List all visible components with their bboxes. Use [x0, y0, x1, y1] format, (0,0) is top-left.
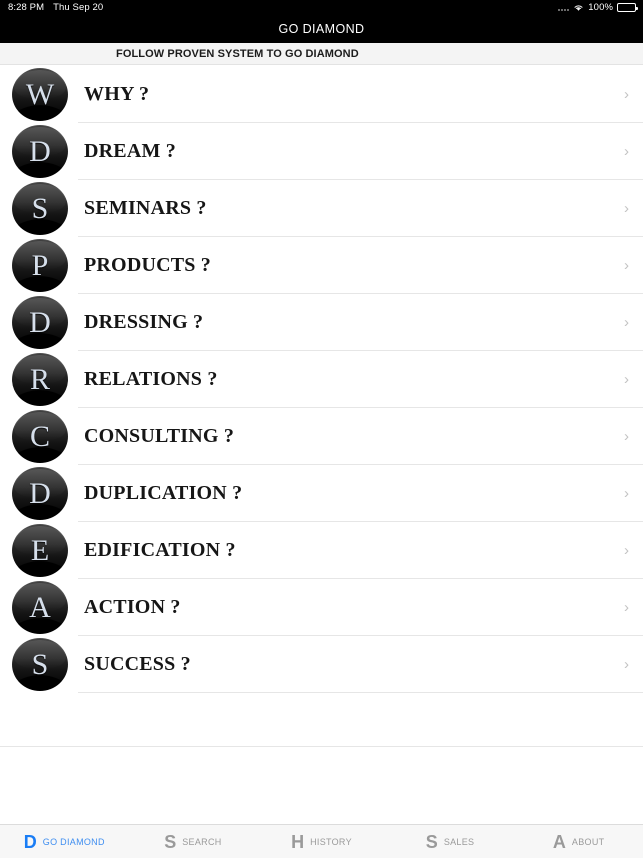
wifi-icon [574, 5, 583, 11]
tab-go-diamond[interactable]: D GO DIAMOND [0, 825, 129, 858]
list-item-label: CONSULTING ? [84, 425, 235, 447]
list-item-label: RELATIONS ? [84, 368, 218, 390]
list-item[interactable]: R RELATIONS ? › [0, 351, 643, 408]
list-item[interactable]: W WHY ? › [0, 66, 643, 123]
tab-history[interactable]: H HISTORY [257, 825, 386, 858]
list-item-badge-letter: A [29, 590, 51, 624]
content-spacer [0, 747, 643, 824]
tab-sales[interactable]: S SALES [386, 825, 515, 858]
list-item-badge-icon: S [12, 182, 68, 235]
tab-search-icon: S [164, 831, 177, 852]
chevron-right-icon[interactable]: › [624, 258, 629, 273]
tab-sales-icon: S [425, 831, 438, 852]
status-bar-left: 8:28 PM Thu Sep 20 [8, 2, 103, 13]
status-bar: 8:28 PM Thu Sep 20 100% [0, 0, 643, 15]
tab-sales-label: SALES [443, 836, 475, 847]
tab-bar: D GO DIAMOND S SEARCH H HISTORY S SALES A ABOUT [0, 824, 643, 858]
tab-go-diamond-icon: D [23, 831, 37, 852]
list-item-label: WHY ? [84, 83, 150, 105]
battery-icon [617, 3, 638, 12]
battery-percent-label: 100% [588, 2, 613, 13]
menu-list: W WHY ? › D DREAM ? › S SEMINARS ? › P PRODUCTS ? ›… [0, 65, 643, 693]
list-item[interactable]: C CONSULTING ? › [0, 408, 643, 465]
chevron-right-icon[interactable]: › [624, 543, 629, 558]
chevron-right-icon[interactable]: › [624, 144, 629, 159]
chevron-right-icon[interactable]: › [624, 201, 629, 216]
list-item[interactable]: S SEMINARS ? › [0, 180, 643, 237]
tab-search-label: SEARCH [182, 836, 222, 847]
signal-dots-icon [558, 4, 570, 11]
page-title: GO DIAMOND [278, 22, 365, 36]
list-item[interactable]: D DREAM ? › [0, 123, 643, 180]
list-item-badge-letter: D [29, 134, 51, 168]
list-item-label: SUCCESS ? [84, 653, 191, 675]
list-item-badge-icon: D [12, 125, 68, 178]
tab-search[interactable]: S SEARCH [129, 825, 258, 858]
chevron-right-icon[interactable]: › [624, 315, 629, 330]
list-item-label: DRESSING ? [84, 311, 204, 333]
status-bar-right: 100% [558, 2, 638, 13]
tab-history-icon: H [291, 831, 305, 852]
list-item-label: ACTION ? [84, 596, 181, 618]
list-item-badge-icon: S [12, 638, 68, 691]
list-item-badge-icon: D [12, 467, 68, 520]
tab-history-label: HISTORY [310, 836, 352, 847]
list-item-badge-icon: P [12, 239, 68, 292]
list-item-badge-letter: E [30, 533, 50, 567]
navigation-bar: GO DIAMOND [0, 15, 643, 43]
chevron-right-icon[interactable]: › [624, 87, 629, 102]
chevron-right-icon[interactable]: › [624, 657, 629, 672]
list-item-badge-icon: D [12, 296, 68, 349]
list-item-badge-icon: W [12, 68, 68, 121]
list-item-badge-icon: E [12, 524, 68, 577]
section-header-label: FOLLOW PROVEN SYSTEM TO GO DIAMOND [116, 47, 359, 60]
list-item-label: PRODUCTS ? [84, 254, 212, 276]
tab-about-label: ABOUT [571, 836, 605, 847]
list-item-badge-icon: A [12, 581, 68, 634]
status-date: Thu Sep 20 [53, 2, 104, 13]
tab-go-diamond-label: GO DIAMOND [42, 836, 105, 847]
section-header: FOLLOW PROVEN SYSTEM TO GO DIAMOND [0, 43, 643, 65]
list-item[interactable]: E EDIFICATION ? › [0, 522, 643, 579]
list-item-badge-icon: C [12, 410, 68, 463]
list-item-badge-letter: S [31, 647, 49, 681]
status-time: 8:28 PM [8, 2, 45, 13]
chevron-right-icon[interactable]: › [624, 486, 629, 501]
list-item-badge-icon: R [12, 353, 68, 406]
list-item-label: SEMINARS ? [84, 197, 207, 219]
list-item-label: DREAM ? [84, 140, 176, 162]
list-item-badge-letter: S [31, 191, 49, 225]
list-item[interactable]: D DUPLICATION ? › [0, 465, 643, 522]
list-item[interactable]: P PRODUCTS ? › [0, 237, 643, 294]
chevron-right-icon[interactable]: › [624, 429, 629, 444]
app-root: 8:28 PM Thu Sep 20 100% GO DIAMOND FOLLO… [0, 0, 643, 858]
list-item-label: DUPLICATION ? [84, 482, 243, 504]
list-item-badge-letter: C [29, 419, 50, 453]
list-item-badge-letter: P [31, 248, 49, 282]
list-item-label: EDIFICATION ? [84, 539, 236, 561]
tab-about[interactable]: A ABOUT [514, 825, 643, 858]
list-item-badge-letter: R [29, 362, 50, 396]
chevron-right-icon[interactable]: › [624, 372, 629, 387]
list-item-badge-letter: D [29, 305, 51, 339]
chevron-right-icon[interactable]: › [624, 600, 629, 615]
tab-about-icon: A [552, 831, 566, 852]
list-item[interactable]: A ACTION ? › [0, 579, 643, 636]
list-empty-area [0, 693, 643, 746]
list-item-badge-letter: D [29, 476, 51, 510]
list-item[interactable]: S SUCCESS ? › [0, 636, 643, 693]
list-item[interactable]: D DRESSING ? › [0, 294, 643, 351]
list-item-badge-letter: W [25, 77, 55, 111]
